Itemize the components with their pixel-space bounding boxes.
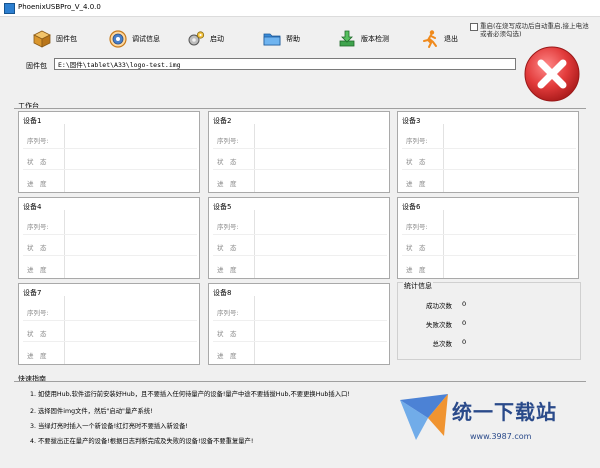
version-check-button-label: 版本检测	[361, 35, 389, 43]
status-label: 状 态	[27, 330, 47, 338]
exit-button[interactable]: 退出	[420, 28, 458, 50]
window-title: PhoenixUSBPro_V_4.0.0	[18, 3, 101, 11]
help-button[interactable]: 帮助	[262, 28, 300, 50]
device-name: 设备2	[213, 117, 232, 125]
reboot-label: 重启(在烧写成功后自动重启,接上电池或者必须勾选)	[480, 22, 589, 38]
status-label: 状 态	[406, 244, 426, 252]
package-icon	[33, 30, 51, 48]
progress-label: 进 度	[217, 266, 237, 274]
success-count-value: 0	[462, 300, 467, 308]
device-name: 设备5	[213, 203, 232, 211]
firmware-button[interactable]: 固件包	[32, 28, 77, 50]
device-panel: 设备7 序列号: 状 态进 度	[18, 283, 200, 365]
status-label: 状 态	[406, 158, 426, 166]
status-label: 状 态	[27, 244, 47, 252]
device-name: 设备8	[213, 289, 232, 297]
device-panel: 设备8 序列号: 状 态进 度	[208, 283, 390, 365]
device-name: 设备7	[23, 289, 42, 297]
start-button-label: 启动	[210, 35, 224, 43]
start-button[interactable]: 启动	[186, 28, 224, 50]
serial-label: 序列号:	[406, 223, 428, 231]
app-icon	[4, 3, 15, 14]
progress-label: 进 度	[27, 352, 47, 360]
fail-count-label: 失败次数	[426, 321, 452, 329]
serial-label: 序列号:	[27, 309, 49, 317]
watermark-url: www.3987.com	[470, 432, 532, 441]
guide-item: 2. 选择固件img文件，然后"启动"量产系统!	[30, 408, 153, 415]
device-panel: 设备6 序列号: 状 态进 度	[397, 197, 579, 279]
serial-label: 序列号:	[217, 309, 239, 317]
serial-label: 序列号:	[27, 223, 49, 231]
gears-icon	[188, 31, 205, 46]
firmware-path-label: 固件包	[26, 62, 47, 70]
debug-info-button-label: 调试信息	[132, 35, 160, 43]
serial-label: 序列号:	[27, 137, 49, 145]
device-name: 设备3	[402, 117, 421, 125]
device-panel: 设备1 序列号: 状 态进 度	[18, 111, 200, 193]
reboot-checkbox[interactable]	[470, 23, 478, 31]
progress-label: 进 度	[27, 180, 47, 188]
guide-item: 4. 不要拔出正在量产的设备!根据日志判断完成及失败的设备!设备不要重复量产!	[30, 438, 254, 445]
device-name: 设备4	[23, 203, 42, 211]
workspace-divider	[14, 108, 586, 109]
success-count-label: 成功次数	[426, 302, 452, 310]
stats-title: 统计信息	[403, 281, 433, 291]
status-label: 状 态	[27, 158, 47, 166]
quick-guide-divider	[14, 381, 586, 382]
exit-button-label: 退出	[444, 35, 458, 43]
progress-label: 进 度	[217, 180, 237, 188]
progress-label: 进 度	[217, 352, 237, 360]
version-check-button[interactable]: 版本检测	[337, 28, 389, 50]
fail-count-value: 0	[462, 319, 467, 327]
device-name: 设备6	[402, 203, 421, 211]
stop-button[interactable]	[522, 44, 582, 104]
total-count-label: 总次数	[432, 340, 453, 348]
workspace-label: 工作台	[18, 102, 39, 110]
progress-label: 进 度	[406, 266, 426, 274]
device-name: 设备1	[23, 117, 42, 125]
firmware-button-label: 固件包	[56, 35, 77, 43]
firmware-path-field[interactable]: E:\固件\tablet\A33\logo-test.img	[54, 58, 516, 70]
device-panel: 设备3 序列号: 状 态进 度	[397, 111, 579, 193]
status-label: 状 态	[217, 244, 237, 252]
guide-item: 3. 当绿灯亮时插入一个新设备!红灯亮时不要插入新设备!	[30, 423, 188, 430]
title-bar: PhoenixUSBPro_V_4.0.0	[0, 0, 600, 17]
progress-label: 进 度	[406, 180, 426, 188]
quick-guide-title: 快速指南	[18, 375, 46, 383]
status-label: 状 态	[217, 330, 237, 338]
watermark-text: 统一下载站	[452, 400, 557, 424]
watermark-logo-icon	[400, 394, 448, 440]
progress-label: 进 度	[27, 266, 47, 274]
serial-label: 序列号:	[217, 137, 239, 145]
total-count-value: 0	[462, 338, 467, 346]
help-button-label: 帮助	[286, 35, 300, 43]
running-man-icon	[423, 30, 437, 48]
guide-item: 1. 如使用Hub,软件运行前安装好Hub，且不要插入任何待量产的设备!量产中途…	[30, 391, 350, 398]
serial-label: 序列号:	[406, 137, 428, 145]
serial-label: 序列号:	[217, 223, 239, 231]
folder-icon	[263, 33, 281, 46]
device-panel: 设备2 序列号: 状 态进 度	[208, 111, 390, 193]
stop-x-icon	[524, 46, 580, 102]
device-panel: 设备5 序列号: 状 态进 度	[208, 197, 390, 279]
debug-info-button[interactable]: 调试信息	[108, 28, 160, 50]
download-icon	[339, 30, 355, 47]
device-panel: 设备4 序列号: 状 态进 度	[18, 197, 200, 279]
status-label: 状 态	[217, 158, 237, 166]
gear-clock-icon	[109, 30, 127, 48]
